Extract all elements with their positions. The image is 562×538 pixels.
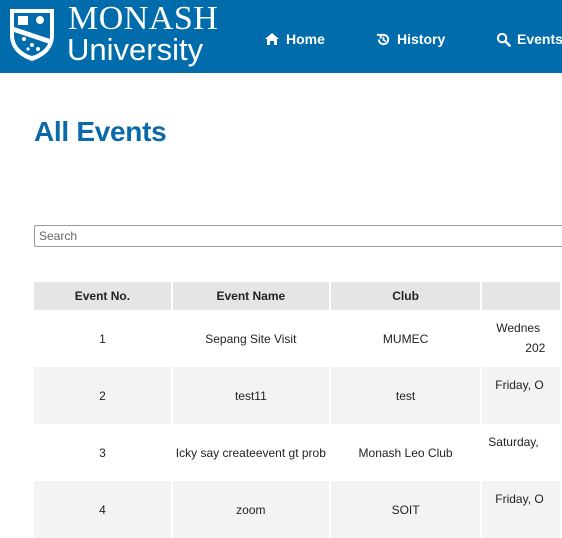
cell-date-line2: 202 <box>525 341 546 355</box>
nav-home[interactable]: Home <box>264 29 325 49</box>
cell-date-line1: Saturday, <box>488 435 539 449</box>
table-row[interactable]: 3 Icky say createevent gt prob Monash Le… <box>34 424 560 481</box>
cell-date-line1: Friday, O <box>495 492 544 506</box>
cell-club: test <box>330 367 481 424</box>
cell-event-no: 4 <box>34 481 171 538</box>
cell-event-name: Icky say createevent gt prob <box>175 445 326 460</box>
brand-name-line2: University <box>67 32 204 67</box>
cell-event-name: zoom <box>172 481 329 538</box>
events-table: Event No. Event Name Club 1 Sepang Site … <box>32 282 562 538</box>
top-navigation-bar: MONASH University Home History Events <box>0 0 562 73</box>
history-icon <box>376 32 391 47</box>
cell-club: MUMEC <box>382 331 429 346</box>
table-row[interactable]: 4 zoom SOIT Friday, O <box>34 481 560 538</box>
column-header-event-no[interactable]: Event No. <box>34 282 171 310</box>
search-icon <box>496 32 511 47</box>
cell-event-no: 2 <box>34 367 171 424</box>
cell-date: Friday, O <box>482 481 560 538</box>
column-header-club[interactable]: Club <box>330 282 481 310</box>
cell-date-line1: Wednes <box>496 321 541 335</box>
column-header-date[interactable] <box>482 282 560 310</box>
table-header-row: Event No. Event Name Club <box>34 282 560 310</box>
column-header-event-name[interactable]: Event Name <box>172 282 329 310</box>
cell-event-no: 3 <box>99 445 106 460</box>
cell-event-no: 1 <box>99 331 106 346</box>
table-row[interactable]: 1 Sepang Site Visit MUMEC Wednes 202 <box>34 310 560 367</box>
monash-crest-logo[interactable] <box>6 5 58 68</box>
cell-date: Wednes 202 <box>482 310 560 367</box>
cell-event-name: test11 <box>172 367 329 424</box>
search-input[interactable] <box>34 225 562 247</box>
nav-home-label: Home <box>286 31 325 47</box>
cell-event-name: Sepang Site Visit <box>205 331 297 346</box>
cell-date: Saturday, <box>482 424 560 481</box>
nav-events-label: Events <box>517 31 562 47</box>
nav-history[interactable]: History <box>376 29 445 49</box>
cell-club: SOIT <box>330 481 481 538</box>
nav-history-label: History <box>397 31 446 47</box>
table-row[interactable]: 2 test11 test Friday, O <box>34 367 560 424</box>
cell-date-line1: Friday, O <box>495 378 544 392</box>
nav-events[interactable]: Events <box>496 29 562 49</box>
cell-club: Monash Leo Club <box>358 445 453 460</box>
home-icon <box>264 32 280 46</box>
page-title: All Events <box>34 116 167 147</box>
cell-date: Friday, O <box>482 367 560 424</box>
